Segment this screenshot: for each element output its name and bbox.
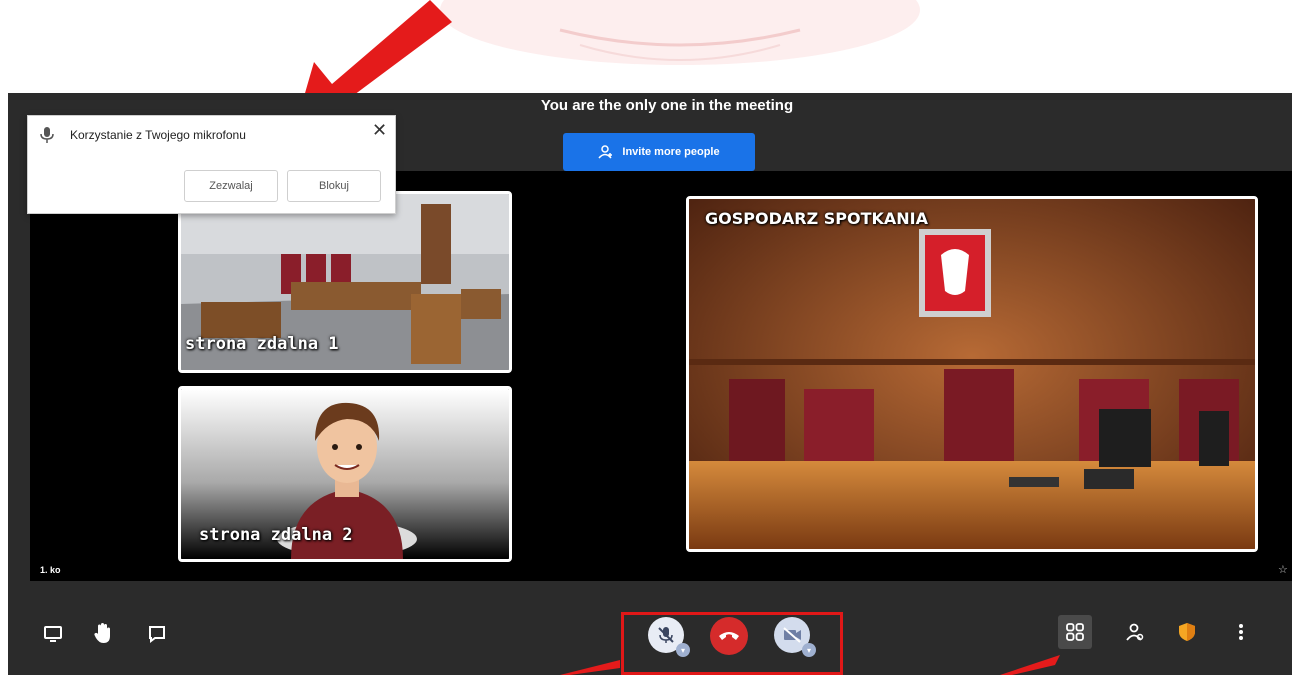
microphone-permission-popup: Korzystanie z Twojego mikrofonu ✕ Zezwal… bbox=[27, 115, 396, 214]
connection-indicator: 1. ko bbox=[40, 565, 61, 575]
invite-icon bbox=[598, 145, 613, 159]
chat-button[interactable] bbox=[142, 619, 172, 649]
screen-share-button[interactable] bbox=[38, 619, 68, 649]
remote-participant-tile-1[interactable]: strona zdalna 1 bbox=[178, 191, 512, 373]
meeting-status-text: You are the only one in the meeting bbox=[540, 97, 794, 114]
allow-button[interactable]: Zezwalaj bbox=[184, 170, 278, 202]
screen-share-icon bbox=[44, 626, 62, 642]
invite-people-button[interactable] bbox=[1120, 617, 1150, 647]
tile-view-button[interactable] bbox=[1058, 615, 1092, 649]
raise-hand-button[interactable] bbox=[88, 617, 118, 649]
annotation-arrow-tip-icon bbox=[560, 660, 620, 675]
watermark bbox=[440, 0, 920, 65]
annotation-highlight-box bbox=[621, 612, 843, 675]
tile-view-icon bbox=[1066, 623, 1084, 641]
remote-1-name-label: strona zdalna 1 bbox=[185, 334, 339, 354]
host-courtroom-video-image bbox=[689, 199, 1255, 549]
invite-label: Invite more people bbox=[622, 146, 720, 158]
remote-2-name-label: strona zdalna 2 bbox=[199, 525, 353, 545]
permission-message: Korzystanie z Twojego mikrofonu bbox=[70, 128, 246, 142]
raise-hand-icon bbox=[94, 623, 110, 643]
star-icon[interactable]: ☆ bbox=[1278, 563, 1288, 576]
microphone-icon bbox=[40, 127, 54, 143]
invite-icon bbox=[1126, 623, 1144, 641]
security-shield-icon bbox=[1179, 623, 1195, 641]
remote-participant-tile-2[interactable]: strona zdalna 2 bbox=[178, 386, 512, 562]
annotation-arrow-tip-icon bbox=[1000, 655, 1060, 675]
video-stage: strona zdalna 1 strona zdalna 2 GOSPODAR… bbox=[30, 171, 1292, 581]
chat-icon bbox=[149, 626, 165, 643]
close-icon[interactable]: ✕ bbox=[372, 120, 387, 141]
invite-more-people-button[interactable]: Invite more people bbox=[563, 133, 755, 171]
host-participant-tile[interactable]: GOSPODARZ SPOTKANIA bbox=[686, 196, 1258, 552]
host-name-label: GOSPODARZ SPOTKANIA bbox=[705, 209, 929, 228]
security-options-button[interactable] bbox=[1172, 617, 1202, 647]
more-options-button[interactable] bbox=[1226, 617, 1256, 647]
more-options-icon bbox=[1239, 624, 1243, 640]
block-button[interactable]: Blokuj bbox=[287, 170, 381, 202]
